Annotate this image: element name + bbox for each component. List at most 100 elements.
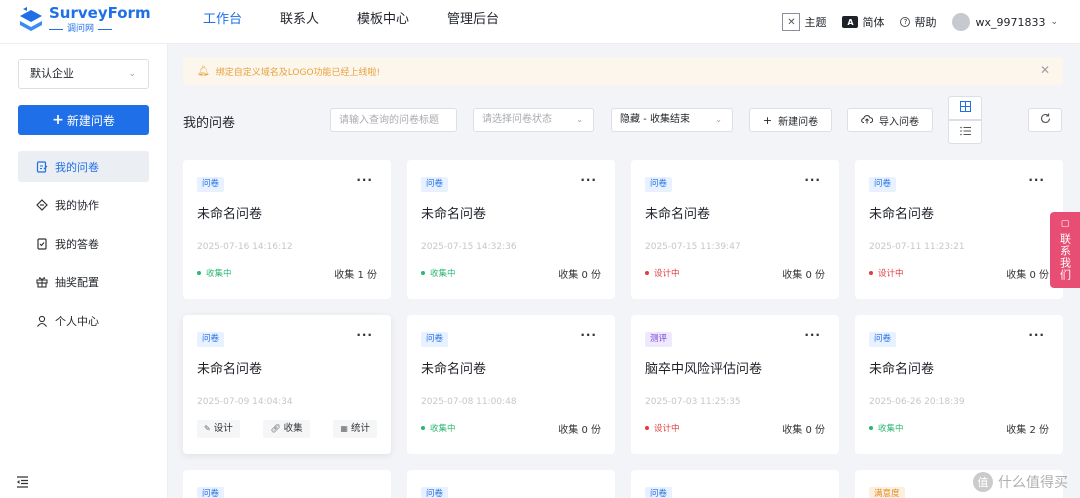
survey-card[interactable]: 问卷 xyxy=(631,470,839,498)
more-options-icon[interactable]: ··· xyxy=(580,173,597,187)
grid-view-button[interactable] xyxy=(948,96,982,120)
survey-type-tag: 问卷 xyxy=(869,332,897,347)
design-button[interactable]: ✎ 设计 xyxy=(197,420,240,438)
collab-icon xyxy=(36,199,48,211)
survey-date: 2025-07-08 11:00:48 xyxy=(421,397,517,407)
nav-contacts[interactable]: 联系人 xyxy=(280,0,319,44)
survey-date: 2025-07-15 11:39:47 xyxy=(645,242,741,252)
avatar xyxy=(952,13,971,31)
sidebar-item-my-answers[interactable]: 我的答卷 xyxy=(18,228,149,259)
collect-count: 收集 0 份 xyxy=(558,270,601,281)
import-survey-button[interactable]: 导入问卷 xyxy=(847,108,933,132)
side-menu: 我的问卷 我的协作 我的答卷 抽奖配置 个人中心 xyxy=(18,151,149,344)
user-menu[interactable]: wx_9971833 ⌄ xyxy=(952,13,1058,31)
nav-workbench[interactable]: 工作台 xyxy=(203,0,242,44)
status-text: 收集中 xyxy=(430,269,456,279)
design-label: 设计 xyxy=(213,423,233,434)
more-options-icon[interactable]: ··· xyxy=(580,328,597,342)
status-text: 设计中 xyxy=(654,269,680,279)
survey-type-tag: 问卷 xyxy=(645,487,673,498)
survey-date: 2025-06-26 20:18:39 xyxy=(869,397,965,407)
survey-type-tag: 问卷 xyxy=(197,177,225,192)
company-select[interactable]: 默认企业 ⌄ xyxy=(18,59,149,89)
new-survey-toolbar-button[interactable]: + 新建问卷 xyxy=(749,108,832,132)
close-icon[interactable]: ✕ xyxy=(1040,63,1050,77)
collect-count: 收集 0 份 xyxy=(782,425,825,436)
language-button[interactable]: A 简体 xyxy=(842,14,884,30)
survey-card[interactable]: 问卷 ··· 未命名问卷 2025-07-09 14:04:34 ✎ 设计 🔗︎ 收… xyxy=(183,315,391,454)
more-options-icon[interactable]: ··· xyxy=(356,328,373,342)
statistics-label: 统计 xyxy=(350,423,370,434)
more-options-icon[interactable]: ··· xyxy=(1028,328,1045,342)
survey-type-tag: 问卷 xyxy=(421,487,449,498)
collect-button[interactable]: 🔗︎ 收集 xyxy=(263,420,310,438)
help-label: 帮助 xyxy=(914,16,937,29)
watermark-text: 什么值得买 xyxy=(998,475,1068,491)
sidebar-item-lottery[interactable]: 抽奖配置 xyxy=(18,267,149,298)
more-options-icon[interactable]: ··· xyxy=(356,173,373,187)
chevron-down-icon: ⌄ xyxy=(1050,17,1058,27)
survey-title: 未命名问卷 xyxy=(645,207,711,222)
answer-icon xyxy=(36,237,48,250)
statistics-button[interactable]: ▦ 统计 xyxy=(333,420,377,438)
survey-card[interactable]: 问卷 ··· 未命名问卷 2025-07-15 14:32:36 收集中 收集 … xyxy=(407,160,615,299)
brand-name: SurveyForm xyxy=(49,4,151,22)
status-text: 收集中 xyxy=(206,269,232,279)
watermark-logo-icon: 值 xyxy=(973,472,993,492)
nav-templates[interactable]: 模板中心 xyxy=(357,0,409,44)
watermark: 值 什么值得买 xyxy=(973,472,1068,492)
sidebar-item-my-surveys[interactable]: 我的问卷 xyxy=(18,151,149,182)
hide-filter-select[interactable]: 隐藏 - 收集结束 ⌄ xyxy=(611,108,733,132)
contact-us-label: 联系我们 xyxy=(1058,233,1072,281)
more-options-icon[interactable]: ··· xyxy=(1028,173,1045,187)
status-text: 收集中 xyxy=(430,424,456,434)
sidebar: 默认企业 ⌄ + 新建问卷 我的问卷 我的协作 我的答卷 抽奖配置 个人中心 xyxy=(0,44,168,498)
survey-type-tag: 满意度 xyxy=(869,487,905,498)
more-options-icon[interactable]: ··· xyxy=(804,173,821,187)
refresh-button[interactable] xyxy=(1028,108,1062,132)
search-input[interactable] xyxy=(330,108,457,132)
survey-card[interactable]: 问卷 ··· 未命名问卷 2025-07-15 11:39:47 设计中 收集 … xyxy=(631,160,839,299)
sidebar-item-profile[interactable]: 个人中心 xyxy=(18,305,149,336)
theme-icon: ✕ xyxy=(782,13,801,31)
list-view-button[interactable] xyxy=(948,120,982,144)
contact-us-button[interactable]: ▢ 联系我们 xyxy=(1050,212,1080,288)
survey-card[interactable]: 问卷 ··· 未命名问卷 2025-07-11 11:23:21 设计中 收集 … xyxy=(855,160,1063,299)
survey-card[interactable]: 问卷 ··· 未命名问卷 2025-07-16 14:16:12 收集中 收集 … xyxy=(183,160,391,299)
logo[interactable]: SurveyForm 调问网 xyxy=(18,6,151,34)
language-icon: A xyxy=(842,16,859,28)
survey-title: 未命名问卷 xyxy=(869,207,935,222)
status-badge: 设计中 xyxy=(869,267,904,279)
collapse-sidebar-icon[interactable] xyxy=(16,476,29,492)
nav-admin[interactable]: 管理后台 xyxy=(447,0,499,44)
card-actions: ✎ 设计 🔗︎ 收集 ▦ 统计 xyxy=(197,420,377,438)
list-view-icon xyxy=(959,126,971,139)
status-text: 设计中 xyxy=(654,424,680,434)
survey-card[interactable]: 测评 ··· 脑卒中风险评估问卷 2025-07-03 11:25:35 设计中… xyxy=(631,315,839,454)
status-badge: 收集中 xyxy=(197,267,232,279)
more-options-icon[interactable]: ··· xyxy=(804,328,821,342)
survey-date: 2025-07-15 14:32:36 xyxy=(421,242,517,252)
survey-card[interactable]: 问卷 ··· 未命名问卷 2025-07-08 11:00:48 收集中 收集 … xyxy=(407,315,615,454)
status-badge: 设计中 xyxy=(645,267,680,279)
survey-card[interactable]: 问卷 xyxy=(183,470,391,498)
gift-icon xyxy=(36,276,48,288)
collect-label: 收集 xyxy=(283,423,303,434)
import-survey-label: 导入问卷 xyxy=(879,116,919,128)
company-select-value: 默认企业 xyxy=(30,67,74,80)
survey-title: 未命名问卷 xyxy=(869,362,935,377)
chat-icon: ▢ xyxy=(1060,219,1070,229)
new-survey-button[interactable]: + 新建问卷 xyxy=(18,105,149,135)
notice-text: 绑定自定义域名及LOGO功能已经上线啦! xyxy=(215,67,381,78)
survey-card[interactable]: 问卷 ··· 未命名问卷 2025-06-26 20:18:39 收集中 收集 … xyxy=(855,315,1063,454)
top-bar: SurveyForm 调问网 工作台 联系人 模板中心 管理后台 ✕ 主题 A … xyxy=(0,0,1080,44)
help-icon: ? xyxy=(900,17,911,27)
survey-card[interactable]: 问卷 xyxy=(407,470,615,498)
help-button[interactable]: ? 帮助 xyxy=(900,14,936,30)
sidebar-item-my-collab[interactable]: 我的协作 xyxy=(18,190,149,221)
plus-icon: + xyxy=(762,113,773,127)
link-icon: 🔗︎ xyxy=(270,424,281,433)
status-select[interactable]: 请选择问卷状态 ⌄ xyxy=(473,108,594,132)
theme-button[interactable]: ✕ 主题 xyxy=(782,13,826,31)
survey-title: 未命名问卷 xyxy=(197,362,263,377)
